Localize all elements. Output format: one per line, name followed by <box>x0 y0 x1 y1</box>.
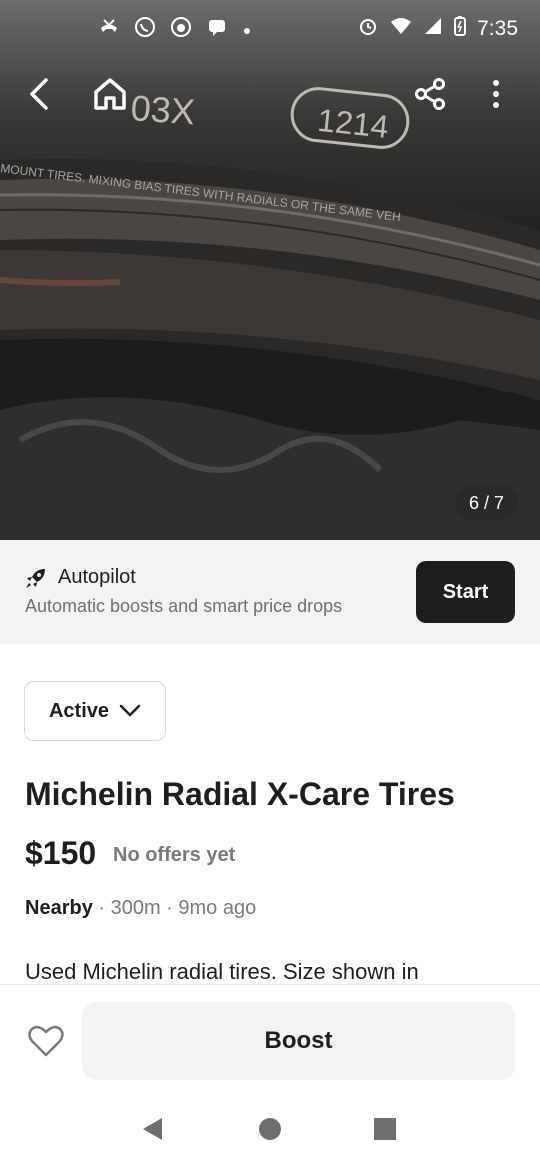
home-button[interactable] <box>88 72 132 116</box>
back-button[interactable] <box>18 72 62 116</box>
battery-icon <box>453 15 467 43</box>
listing-description: Used Michelin radial tires. Size shown i… <box>25 959 419 984</box>
share-icon <box>415 78 445 110</box>
chevron-down-icon <box>119 704 141 717</box>
tire-photo: 03X 1214 MOUNT TIRES. MIXING BIAS TIRES … <box>0 0 540 540</box>
autopilot-start-button[interactable]: Start <box>416 561 515 623</box>
rocket-icon <box>24 566 48 595</box>
nav-home-button[interactable] <box>257 1116 283 1147</box>
nav-back-button[interactable] <box>140 1116 166 1147</box>
nav-recents-button[interactable] <box>372 1116 398 1147</box>
clock: 7:35 <box>477 17 518 40</box>
heart-icon <box>28 1025 64 1057</box>
boost-button[interactable]: Boost <box>82 1002 515 1080</box>
distance-time: · 300m · 9mo ago <box>92 897 257 919</box>
dot-icon <box>242 19 252 42</box>
svg-text:03X: 03X <box>129 87 196 132</box>
svg-text:1214: 1214 <box>316 102 391 145</box>
share-button[interactable] <box>408 72 452 116</box>
wifi-icon <box>389 15 413 43</box>
back-arrow-icon <box>30 78 48 110</box>
chat-icon <box>206 16 228 44</box>
photo-counter: 6 / 7 <box>454 485 518 521</box>
square-recents-icon <box>374 1118 396 1140</box>
listing-price: $150 <box>25 835 97 871</box>
app-icon <box>170 16 192 44</box>
status-bar: 7:35 <box>0 0 540 58</box>
triangle-back-icon <box>143 1118 162 1140</box>
autopilot-subtitle: Automatic boosts and smart price drops <box>25 596 343 616</box>
listing-photo[interactable]: 03X 1214 MOUNT TIRES. MIXING BIAS TIRES … <box>0 0 540 540</box>
missed-call-icon <box>98 16 120 44</box>
circle-home-icon <box>259 1118 281 1140</box>
signal-icon <box>423 16 443 42</box>
listing-status-label: Active <box>48 699 110 722</box>
whatsapp-icon <box>134 16 156 44</box>
listing-meta: Nearby · 300m · 9mo ago <box>25 897 256 920</box>
system-nav-bar <box>0 1094 540 1170</box>
offers-status: No offers yet <box>113 844 236 866</box>
favorite-button[interactable] <box>26 1021 66 1061</box>
more-options-button[interactable] <box>474 72 518 116</box>
listing-title: Michelin Radial X-Care Tires <box>25 776 455 812</box>
more-vertical-icon <box>493 80 499 108</box>
home-icon <box>94 78 126 110</box>
listing-status-dropdown[interactable]: Active <box>24 681 166 741</box>
autopilot-title: Autopilot <box>58 566 136 588</box>
alarm-icon <box>357 15 379 43</box>
location-label: Nearby <box>25 897 93 919</box>
